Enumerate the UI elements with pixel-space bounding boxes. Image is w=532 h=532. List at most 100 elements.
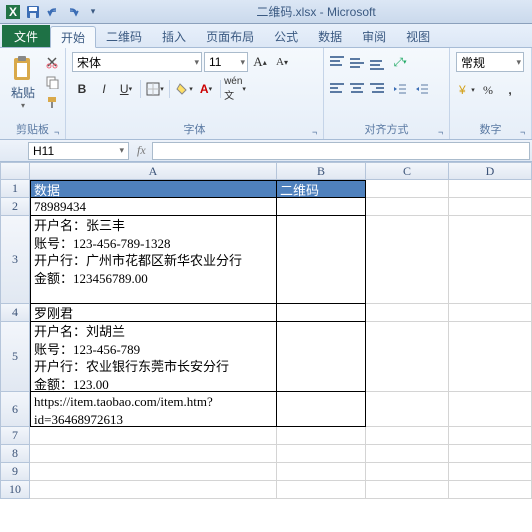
copy-icon[interactable] <box>44 74 60 90</box>
cell-D1[interactable] <box>449 180 532 198</box>
row-header[interactable]: 4 <box>0 304 30 322</box>
name-box[interactable]: H11▾ <box>28 142 129 160</box>
font-name-combo[interactable]: 宋体▾ <box>72 52 202 72</box>
tab-insert[interactable]: 插入 <box>152 25 196 47</box>
align-bottom-icon[interactable] <box>370 54 388 70</box>
tab-formula[interactable]: 公式 <box>264 25 308 47</box>
cell-B2[interactable] <box>277 198 366 216</box>
align-middle-icon[interactable] <box>350 54 368 70</box>
cell-C3[interactable] <box>366 216 449 304</box>
cell-A5[interactable]: 开户名：刘胡兰 账号：123-456-789 开户行：农业银行东莞市长安分行 金… <box>30 322 277 392</box>
cell-D3[interactable] <box>449 216 532 304</box>
comma-format-icon[interactable]: , <box>500 80 520 100</box>
cell-A6[interactable]: https://item.taobao.com/item.htm?id=3646… <box>30 392 277 427</box>
cell-C2[interactable] <box>366 198 449 216</box>
underline-button[interactable]: U▾ <box>116 79 136 99</box>
align-left-icon[interactable] <box>330 81 348 97</box>
cell-A8[interactable] <box>30 445 277 463</box>
redo-icon[interactable] <box>64 3 82 21</box>
cell-D10[interactable] <box>449 481 532 499</box>
cell-A2[interactable]: 78989434 <box>30 198 277 216</box>
formula-input[interactable] <box>152 142 530 160</box>
cell-A7[interactable] <box>30 427 277 445</box>
cell-D6[interactable] <box>449 392 532 427</box>
cell-D8[interactable] <box>449 445 532 463</box>
percent-format-icon[interactable]: % <box>478 80 498 100</box>
bold-button[interactable]: B <box>72 79 92 99</box>
row-header[interactable]: 5 <box>0 322 30 392</box>
cell-A9[interactable] <box>30 463 277 481</box>
row-header[interactable]: 10 <box>0 481 30 499</box>
cell-D7[interactable] <box>449 427 532 445</box>
align-top-icon[interactable] <box>330 54 348 70</box>
decrease-font-icon[interactable]: A▾ <box>272 52 292 72</box>
tab-review[interactable]: 审阅 <box>352 25 396 47</box>
format-painter-icon[interactable] <box>44 94 60 110</box>
phonetic-button[interactable]: wén文▾ <box>225 79 245 99</box>
row-header[interactable]: 6 <box>0 392 30 427</box>
increase-indent-icon[interactable] <box>412 79 432 99</box>
qat-dropdown-icon[interactable]: ▾ <box>84 3 102 21</box>
tab-data[interactable]: 数据 <box>308 25 352 47</box>
fx-icon[interactable]: fx <box>137 143 146 158</box>
cell-D5[interactable] <box>449 322 532 392</box>
cell-C4[interactable] <box>366 304 449 322</box>
orientation-icon[interactable]: ⤢▾ <box>390 52 410 72</box>
row-header[interactable]: 8 <box>0 445 30 463</box>
tab-home[interactable]: 开始 <box>50 26 96 48</box>
cell-C6[interactable] <box>366 392 449 427</box>
row-header[interactable]: 3 <box>0 216 30 304</box>
tab-qr[interactable]: 二维码 <box>96 25 152 47</box>
increase-font-icon[interactable]: A▴ <box>250 52 270 72</box>
cell-B3[interactable] <box>277 216 366 304</box>
excel-icon[interactable]: X <box>4 3 22 21</box>
cell-B8[interactable] <box>277 445 366 463</box>
cell-A4[interactable]: 罗刚君 <box>30 304 277 322</box>
cell-A3[interactable]: 开户名：张三丰 账号：123-456-789-1328 开户行：广州市花都区新华… <box>30 216 277 304</box>
cell-B1[interactable]: 二维码 <box>277 180 366 198</box>
row-header[interactable]: 9 <box>0 463 30 481</box>
cell-C5[interactable] <box>366 322 449 392</box>
select-all-corner[interactable] <box>0 162 30 180</box>
number-format-combo[interactable]: 常规▾ <box>456 52 524 72</box>
cell-B4[interactable] <box>277 304 366 322</box>
cell-C7[interactable] <box>366 427 449 445</box>
row-header[interactable]: 7 <box>0 427 30 445</box>
accounting-format-icon[interactable]: ¥▾ <box>456 80 476 100</box>
row-header[interactable]: 2 <box>0 198 30 216</box>
cell-B7[interactable] <box>277 427 366 445</box>
save-icon[interactable] <box>24 3 42 21</box>
tab-view[interactable]: 视图 <box>396 25 440 47</box>
col-header-c[interactable]: C <box>366 162 449 180</box>
col-header-d[interactable]: D <box>449 162 532 180</box>
font-size-combo[interactable]: 11▾ <box>204 52 248 72</box>
fill-color-button[interactable]: ▾ <box>174 79 194 99</box>
cell-D9[interactable] <box>449 463 532 481</box>
decrease-indent-icon[interactable] <box>390 79 410 99</box>
col-header-b[interactable]: B <box>277 162 366 180</box>
borders-button[interactable]: ▾ <box>145 79 165 99</box>
row-header[interactable]: 1 <box>0 180 30 198</box>
col-header-a[interactable]: A <box>30 162 277 180</box>
cut-icon[interactable] <box>44 54 60 70</box>
cell-C10[interactable] <box>366 481 449 499</box>
italic-button[interactable]: I <box>94 79 114 99</box>
undo-icon[interactable] <box>44 3 62 21</box>
cell-B5[interactable] <box>277 322 366 392</box>
cell-D4[interactable] <box>449 304 532 322</box>
cell-B10[interactable] <box>277 481 366 499</box>
font-color-button[interactable]: A▾ <box>196 79 216 99</box>
cell-D2[interactable] <box>449 198 532 216</box>
tab-layout[interactable]: 页面布局 <box>196 25 264 47</box>
align-center-icon[interactable] <box>350 81 368 97</box>
cell-A1[interactable]: 数据 <box>30 180 277 198</box>
cell-C8[interactable] <box>366 445 449 463</box>
cell-B9[interactable] <box>277 463 366 481</box>
align-right-icon[interactable] <box>370 81 388 97</box>
cell-C1[interactable] <box>366 180 449 198</box>
paste-button[interactable]: 粘贴 ▾ <box>6 52 40 112</box>
cell-C9[interactable] <box>366 463 449 481</box>
cell-A10[interactable] <box>30 481 277 499</box>
cell-B6[interactable] <box>277 392 366 427</box>
tab-file[interactable]: 文件 <box>2 25 50 47</box>
